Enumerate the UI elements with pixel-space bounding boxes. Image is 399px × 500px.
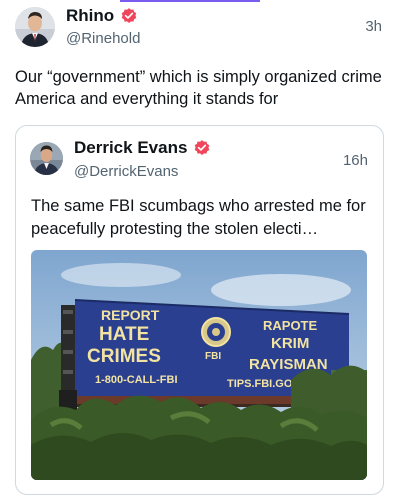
quoted-post-image[interactable]: REPORT HATE CRIMES 1-800-CALL-FBI FBI RA… <box>31 250 367 480</box>
quoted-author-avatar[interactable] <box>30 142 63 175</box>
author-handle[interactable]: @Rinehold <box>66 30 140 47</box>
billboard-left-line-3: CRIMES <box>87 346 161 367</box>
quoted-post-text: The same FBI scumbags who arrested me fo… <box>31 197 366 238</box>
author-name-line: Rhino <box>66 6 138 26</box>
billboard-url: TIPS.FBI.GOV <box>227 378 300 390</box>
post-text: Our “government” which is simply organiz… <box>15 68 382 108</box>
quoted-author-handle[interactable]: @DerrickEvans <box>74 163 178 180</box>
verified-badge-icon <box>120 7 138 25</box>
billboard-phone: 1-800-CALL-FBI <box>95 374 178 386</box>
billboard-seal-label: FBI <box>205 351 221 362</box>
quoted-author-name[interactable]: Derrick Evans <box>74 138 187 158</box>
billboard-left-line-1: REPORT <box>101 307 160 323</box>
post[interactable]: Rhino @Rinehold 3h Our “government” whic… <box>0 0 399 500</box>
post-timestamp[interactable]: 3h <box>365 18 382 35</box>
billboard-right-line-2: KRIM <box>271 335 309 352</box>
quoted-post-timestamp[interactable]: 16h <box>343 152 368 169</box>
author-name[interactable]: Rhino <box>66 6 114 26</box>
verified-badge-icon <box>193 139 211 157</box>
quoted-author-name-line: Derrick Evans <box>74 138 211 158</box>
billboard-left-line-2: HATE <box>99 324 149 345</box>
billboard-right-line-1: RAPOTE <box>263 318 318 333</box>
author-avatar[interactable] <box>15 7 55 47</box>
